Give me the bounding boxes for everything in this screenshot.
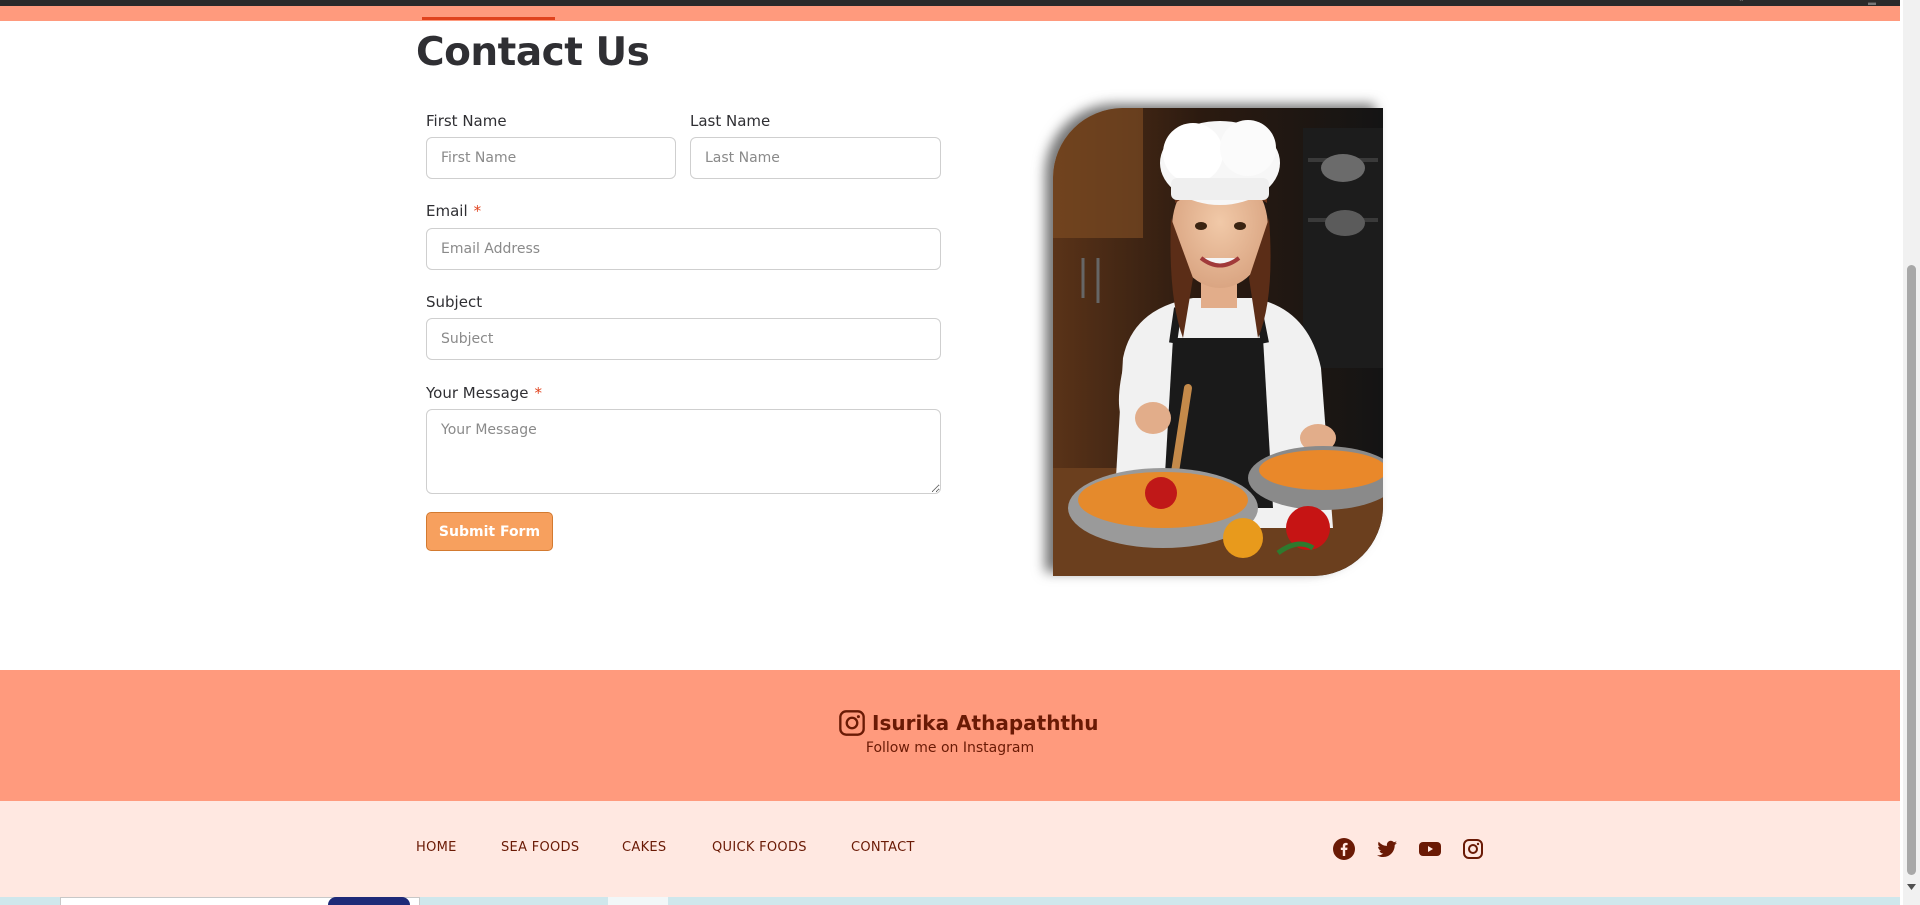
footer-nav-band — [0, 801, 1900, 897]
header-menu-icon[interactable]: ▬ — [1868, 0, 1880, 7]
last-name-label: Last Name — [690, 112, 771, 130]
instagram-profile-link[interactable]: Isurika Athapaththu — [838, 709, 1098, 737]
submit-form-button[interactable]: Submit Form — [426, 512, 553, 551]
footer-nav-home[interactable]: HOME — [416, 840, 457, 855]
email-label: Email * — [426, 202, 481, 220]
message-textarea[interactable] — [426, 409, 941, 494]
footer-nav-contact[interactable]: CONTACT — [851, 840, 915, 855]
youtube-icon[interactable] — [1418, 837, 1442, 861]
email-input[interactable] — [426, 228, 941, 270]
scroll-down-arrow-icon[interactable] — [1906, 882, 1917, 892]
required-mark: * — [534, 384, 543, 402]
page-title: Contact Us — [416, 30, 650, 75]
active-nav-underline — [422, 17, 555, 20]
facebook-icon[interactable] — [1332, 837, 1356, 861]
footer-nav-sea-foods[interactable]: SEA FOODS — [501, 840, 579, 855]
message-label-text: Your Message — [426, 384, 529, 402]
instagram-name: Isurika Athapaththu — [872, 711, 1099, 735]
header-accent-band — [0, 6, 1900, 21]
instagram-subtitle: Follow me on Instagram — [865, 740, 1035, 756]
instagram-icon — [839, 710, 865, 736]
footer-nav-quick-foods[interactable]: QUICK FOODS — [712, 840, 807, 855]
chef-illustration — [1053, 108, 1383, 576]
ad-divider — [608, 897, 668, 905]
required-mark: * — [473, 202, 482, 220]
ad-logo-icon — [328, 897, 410, 905]
subject-input[interactable] — [426, 318, 941, 360]
twitter-icon[interactable] — [1375, 837, 1399, 861]
message-label: Your Message * — [426, 384, 542, 402]
chef-image — [1053, 108, 1383, 576]
instagram-footer-icon[interactable] — [1461, 837, 1485, 861]
first-name-label: First Name — [426, 112, 507, 130]
scrollbar-thumb[interactable] — [1907, 265, 1916, 875]
footer-nav-cakes[interactable]: CAKES — [622, 840, 666, 855]
email-label-text: Email — [426, 202, 468, 220]
header-user-icon[interactable]: ⌃ — [1738, 0, 1750, 7]
subject-label: Subject — [426, 293, 483, 311]
first-name-input[interactable] — [426, 137, 676, 179]
last-name-input[interactable] — [690, 137, 941, 179]
